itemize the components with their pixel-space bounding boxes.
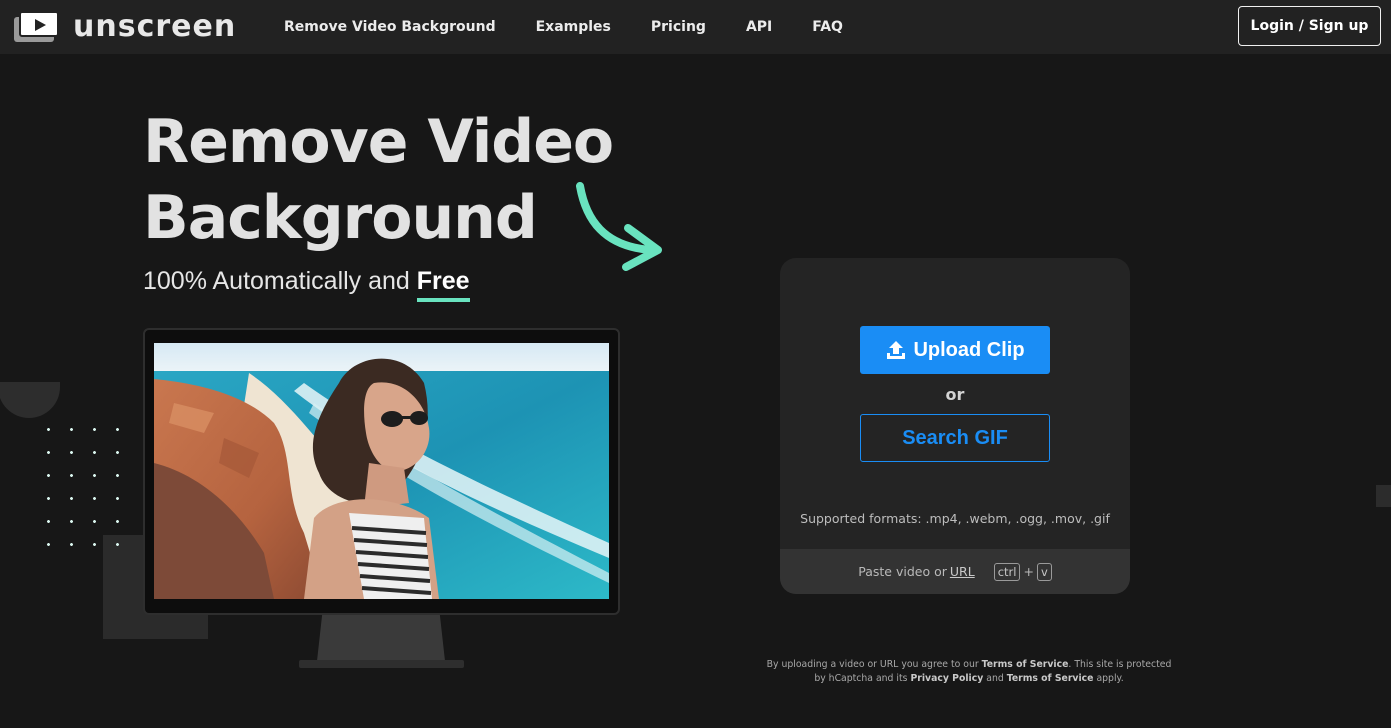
legal-text-3: and (983, 673, 1007, 684)
nav-remove-video-background[interactable]: Remove Video Background (284, 19, 496, 35)
supported-formats-text: Supported formats: .mp4, .webm, .ogg, .m… (800, 511, 1110, 526)
terms-of-service-link[interactable]: Terms of Service (982, 659, 1069, 670)
upload-clip-label: Upload Clip (913, 338, 1025, 361)
hero-subtitle: 100% Automatically and Free (143, 266, 470, 302)
beach-woman-illustration (154, 343, 609, 599)
legal-text-4: apply. (1093, 673, 1124, 684)
decorative-edge-block (1376, 485, 1391, 507)
paste-prefix: Paste video or (858, 564, 947, 579)
ctrl-key: ctrl (993, 562, 1021, 581)
nav-examples[interactable]: Examples (536, 19, 611, 35)
nav-pricing[interactable]: Pricing (651, 19, 706, 35)
logo-text: unscreen (73, 9, 237, 44)
decorative-half-circle (0, 382, 60, 418)
hero-subtitle-free: Free (416, 266, 470, 302)
hcaptcha-terms-link[interactable]: Terms of Service (1007, 673, 1094, 684)
main-nav: Remove Video Background Examples Pricing… (284, 0, 883, 54)
hero-subtitle-prefix: 100% Automatically and (143, 267, 417, 295)
monitor-stand (317, 615, 445, 661)
preview-video-image (154, 343, 609, 599)
upload-icon (887, 341, 906, 359)
v-key: v (1036, 562, 1052, 581)
upload-clip-button[interactable]: Upload Clip (860, 326, 1050, 374)
nav-faq[interactable]: FAQ (812, 19, 843, 35)
hero-title-line2: Background (143, 183, 538, 253)
paste-url-bar: Paste video or URL ctrl + v (780, 549, 1130, 594)
unscreen-logo[interactable]: unscreen (14, 11, 236, 43)
monitor-preview (143, 328, 620, 615)
logo-play-icon (14, 11, 60, 43)
search-gif-button[interactable]: Search GIF (860, 414, 1050, 462)
hero-title-line1: Remove Video (143, 107, 614, 177)
legal-notice: By uploading a video or URL you agree to… (760, 658, 1178, 686)
or-separator: or (945, 385, 965, 404)
upload-card: Upload Clip or Search GIF Supported form… (780, 258, 1130, 594)
nav-api[interactable]: API (746, 19, 772, 35)
key-plus: + (1023, 564, 1034, 579)
privacy-policy-link[interactable]: Privacy Policy (910, 673, 983, 684)
monitor-base (299, 660, 464, 668)
legal-text-1: By uploading a video or URL you agree to… (766, 659, 982, 670)
paste-url-link[interactable]: URL (950, 564, 975, 579)
top-navbar: unscreen Remove Video Background Example… (0, 0, 1391, 54)
decorative-dot-grid (37, 418, 137, 562)
hero-title: Remove Video Background (143, 104, 623, 256)
login-signup-button[interactable]: Login / Sign up (1238, 6, 1381, 46)
curved-arrow-icon (576, 182, 662, 271)
